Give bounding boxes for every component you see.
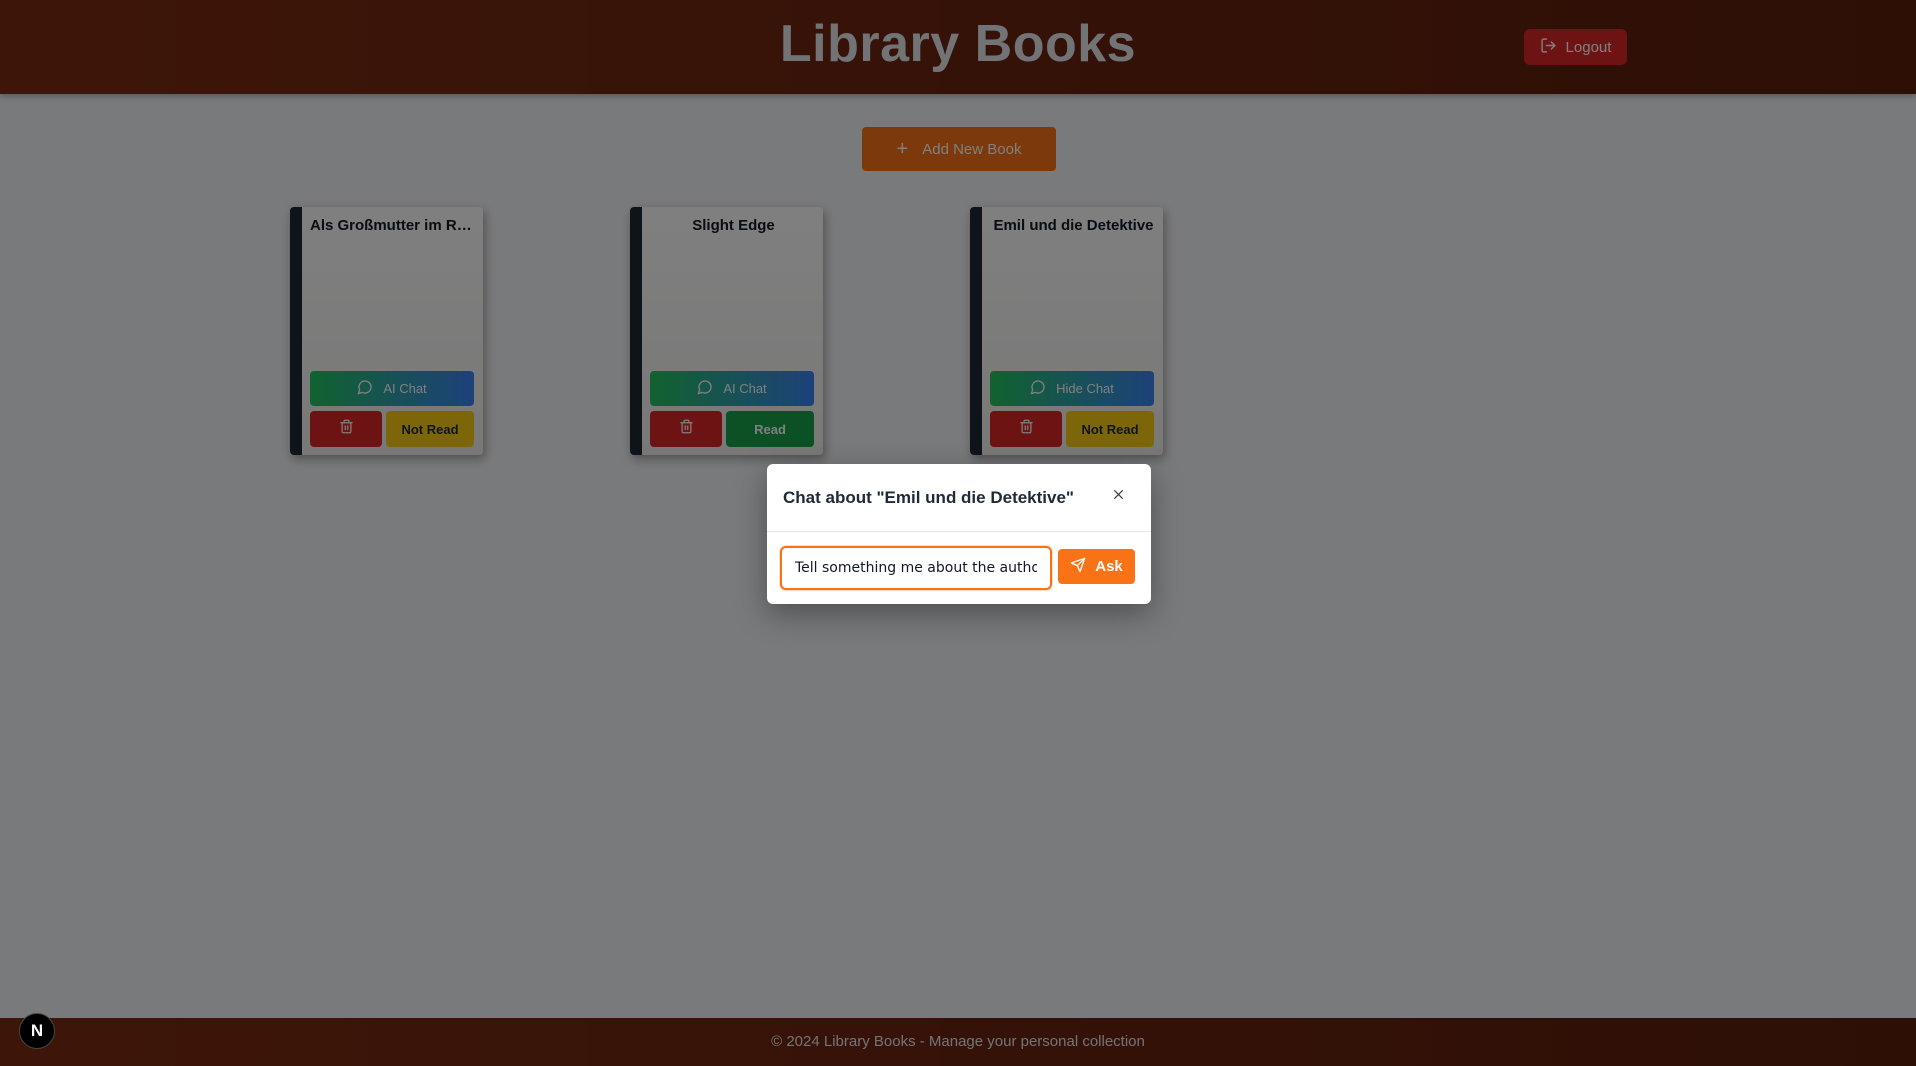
ask-button[interactable]: Ask	[1058, 549, 1135, 584]
ask-label: Ask	[1095, 558, 1123, 575]
chat-modal-title: Chat about "Emil und die Detektive"	[783, 488, 1074, 507]
send-icon	[1070, 557, 1086, 577]
modal-divider	[767, 531, 1151, 532]
chat-question-input[interactable]	[780, 546, 1052, 590]
chat-modal: Chat about "Emil und die Detektive" Ask	[767, 464, 1151, 604]
close-modal-button[interactable]	[1107, 486, 1129, 508]
dev-tools-badge[interactable]: N	[19, 1013, 55, 1049]
close-icon	[1112, 488, 1125, 506]
